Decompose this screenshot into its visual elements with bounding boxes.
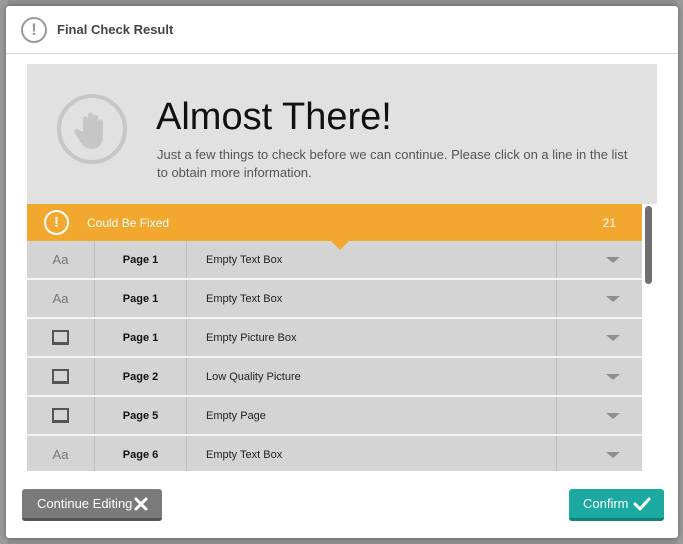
group-pointer: [331, 241, 349, 250]
group-label: Could Be Fixed: [87, 216, 170, 230]
dialog-title: Final Check Result: [57, 22, 174, 37]
chevron-down-icon: [605, 412, 620, 419]
issue-page: Page 1: [95, 241, 187, 278]
picture-box-icon: [52, 330, 69, 345]
status-hero: Almost There! Just a few things to check…: [27, 64, 657, 204]
close-icon: [134, 497, 148, 514]
expand-row-control[interactable]: [557, 358, 642, 395]
issue-row[interactable]: Page 1 Empty Picture Box: [27, 319, 642, 358]
issue-description: Empty Page: [187, 397, 557, 434]
chevron-down-icon: [605, 373, 620, 380]
picture-box-icon: [52, 369, 69, 384]
issue-description: Low Quality Picture: [187, 358, 557, 395]
final-check-dialog: ! Final Check Result Almost There! Just …: [6, 6, 678, 538]
expand-row-control[interactable]: [557, 397, 642, 434]
issue-page: Page 1: [95, 280, 187, 317]
issue-page: Page 2: [95, 358, 187, 395]
issue-page: Page 5: [95, 397, 187, 434]
text-type-icon: Aa: [27, 436, 95, 471]
chevron-down-icon: [605, 256, 620, 263]
issue-rows: Aa Page 1 Empty Text Box Aa Page 1 Empty…: [27, 241, 642, 471]
expand-row-control[interactable]: [557, 319, 642, 356]
checkmark-icon: [633, 497, 651, 514]
chevron-down-icon: [605, 295, 620, 302]
issue-row[interactable]: Aa Page 1 Empty Text Box: [27, 280, 642, 319]
expand-row-control[interactable]: [557, 280, 642, 317]
dialog-title-bar: ! Final Check Result: [6, 6, 678, 54]
issue-description: Empty Text Box: [187, 241, 557, 278]
chevron-down-icon: [605, 451, 620, 458]
text-type-icon: Aa: [27, 241, 95, 278]
issue-row[interactable]: Aa Page 6 Empty Text Box: [27, 436, 642, 471]
issues-list[interactable]: ! Could Be Fixed 21 Aa Page 1 Empty Text…: [27, 204, 657, 471]
continue-editing-label: Continue Editing: [37, 496, 133, 511]
issue-row[interactable]: Page 5 Empty Page: [27, 397, 642, 436]
issue-description: Empty Picture Box: [187, 319, 557, 356]
hero-heading: Almost There!: [156, 96, 392, 138]
text-type-icon: Aa: [27, 280, 95, 317]
list-scrollbar[interactable]: [645, 206, 652, 284]
expand-row-control[interactable]: [557, 241, 642, 278]
stop-hand-icon: [57, 94, 127, 164]
continue-editing-button[interactable]: Continue Editing: [22, 489, 162, 521]
picture-type-cell: [27, 397, 95, 434]
group-count: 21: [602, 216, 616, 230]
picture-type-cell: [27, 358, 95, 395]
issue-description: Empty Text Box: [187, 436, 557, 471]
group-header-could-be-fixed[interactable]: ! Could Be Fixed 21: [27, 204, 642, 241]
issue-row[interactable]: Page 2 Low Quality Picture: [27, 358, 642, 397]
confirm-button[interactable]: Confirm: [569, 489, 664, 521]
expand-row-control[interactable]: [557, 436, 642, 471]
exclamation-circle-icon: !: [21, 17, 47, 43]
picture-box-icon: [52, 408, 69, 423]
picture-type-cell: [27, 319, 95, 356]
issue-page: Page 6: [95, 436, 187, 471]
exclamation-circle-icon: !: [44, 210, 69, 235]
hero-subtitle: Just a few things to check before we can…: [157, 147, 628, 180]
issue-description: Empty Text Box: [187, 280, 557, 317]
chevron-down-icon: [605, 334, 620, 341]
issue-page: Page 1: [95, 319, 187, 356]
confirm-label: Confirm: [583, 496, 629, 511]
